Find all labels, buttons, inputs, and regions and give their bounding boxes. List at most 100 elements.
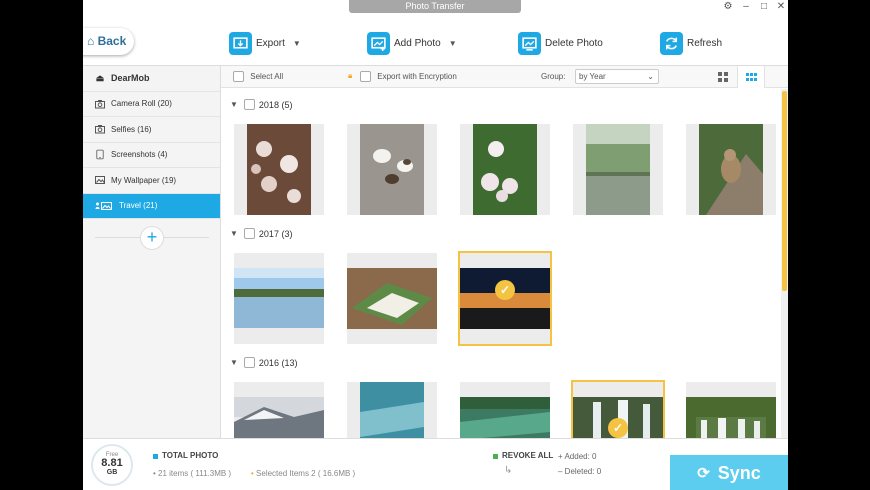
sidebar-item-label: My Wallpaper (19) <box>111 175 177 185</box>
sidebar-item-label: Camera Roll (20) <box>111 99 172 109</box>
collapse-triangle-icon[interactable]: ▼ <box>230 100 238 109</box>
section-label: 2018 (5) <box>258 99 293 110</box>
chevron-down-icon[interactable]: ▼ <box>449 39 457 48</box>
sidebar-item-selfies[interactable]: Selfies (16) <box>83 117 220 143</box>
sidebar-item-travel[interactable]: Travel (21) <box>83 193 220 219</box>
camera-icon <box>95 99 105 109</box>
collapse-triangle-icon[interactable]: ▼ <box>230 229 238 238</box>
photo-image <box>360 124 424 215</box>
revoke-arrow-icon: ↳ <box>504 465 513 476</box>
revoke-all-button[interactable]: REVOKE ALL <box>502 451 553 460</box>
sync-button[interactable]: ⟳ Sync <box>670 455 788 490</box>
sidebar-device[interactable]: ⏏ DearMob <box>83 66 220 92</box>
main-panel: Select All 🔒︎ Export with Encryption Gro… <box>221 66 788 438</box>
selected-check-icon: ✓ <box>608 418 628 438</box>
photo-thumbnail[interactable] <box>234 382 324 438</box>
section-checkbox[interactable] <box>243 357 255 368</box>
sidebar-item-my-wallpaper[interactable]: My Wallpaper (19) <box>83 168 220 194</box>
small-grid-view-icon[interactable] <box>737 66 765 88</box>
photo-thumbnail[interactable] <box>347 382 437 438</box>
group-select[interactable]: by Year ⌄ <box>575 69 659 84</box>
section-checkbox[interactable] <box>243 99 255 110</box>
export-label: Export <box>256 37 285 49</box>
back-label: Back <box>97 34 127 48</box>
photo-thumbnail[interactable] <box>686 382 776 438</box>
photo-thumbnail[interactable] <box>460 124 550 215</box>
app-window: Photo Transfer ⚙ – □ ✕ ⌂ Back Export ▼ A… <box>83 0 788 490</box>
toolbar: ⌂ Back Export ▼ Add Photo ▼ Delete Photo… <box>83 14 788 66</box>
group-select-value: by Year <box>579 72 606 81</box>
select-all-checkbox[interactable] <box>233 71 244 82</box>
phone-icon <box>95 149 105 160</box>
export-encryption[interactable]: Export with Encryption <box>360 71 457 82</box>
photo-image <box>234 397 324 438</box>
scrollbar-thumb[interactable] <box>782 91 787 291</box>
sync-label: Sync <box>717 462 761 483</box>
section-checkbox[interactable] <box>243 228 255 239</box>
settings-icon[interactable]: ⚙ <box>720 0 736 13</box>
photo-thumbnail[interactable] <box>234 124 324 215</box>
window-title: Photo Transfer <box>349 0 521 13</box>
photo-thumbnail[interactable] <box>234 253 324 344</box>
add-photo-button[interactable]: Add Photo ▼ <box>367 30 457 56</box>
section-header[interactable]: ▼ 2017 (3) <box>230 228 292 239</box>
photo-thumbnail-selected[interactable]: ✓ <box>571 380 665 438</box>
collapse-triangle-icon[interactable]: ▼ <box>230 358 238 367</box>
deleted-count: – Deleted: 0 <box>558 467 602 476</box>
storage-free-unit: GB <box>106 469 118 476</box>
items-info-text: 21 items ( 111.3MB ) <box>158 469 232 478</box>
export-icon <box>229 31 252 55</box>
photo-thumbnail[interactable] <box>686 124 776 215</box>
section-header[interactable]: ▼ 2018 (5) <box>230 99 292 110</box>
storage-free-value: 8.81 <box>101 457 123 469</box>
deleted-count-text: Deleted: 0 <box>564 467 602 476</box>
group-label: Group: <box>541 72 566 81</box>
minimize-button[interactable]: – <box>738 0 754 13</box>
photo-image <box>360 382 424 438</box>
photo-thumbnail[interactable] <box>573 124 663 215</box>
section-header[interactable]: ▼ 2016 (13) <box>230 357 297 368</box>
chevron-down-icon: ⌄ <box>647 72 654 81</box>
eject-icon[interactable]: ⏏ <box>95 73 105 83</box>
sub-toolbar: Select All 🔒︎ Export with Encryption Gro… <box>221 66 788 88</box>
revoke-marker <box>493 454 498 459</box>
sidebar-item-label: Screenshots (4) <box>111 150 168 160</box>
photo-image <box>247 124 311 215</box>
photo-thumbnail-selected[interactable]: ✓ <box>458 251 552 346</box>
add-photo-label: Add Photo <box>394 37 441 49</box>
sidebar-item-camera-roll[interactable]: Camera Roll (20) <box>83 92 220 117</box>
photo-thumbnail[interactable] <box>460 382 550 438</box>
section-label: 2016 (13) <box>258 357 298 368</box>
selected-info-text: Selected Items 2 ( 16.6MB ) <box>256 469 356 478</box>
total-photo-marker <box>153 454 158 459</box>
photo-image <box>473 124 537 215</box>
delete-photo-button[interactable]: Delete Photo <box>518 30 603 56</box>
export-encryption-label: Export with Encryption <box>377 71 457 81</box>
selected-info: • Selected Items 2 ( 16.6MB ) <box>251 469 356 478</box>
close-button[interactable]: ✕ <box>773 0 788 13</box>
select-all-label: Select All <box>250 71 284 81</box>
add-album-button[interactable]: + <box>140 226 164 250</box>
export-encryption-checkbox[interactable] <box>360 71 371 82</box>
add-photo-icon <box>367 31 390 55</box>
refresh-button[interactable]: Refresh <box>660 30 722 56</box>
select-all[interactable]: Select All <box>233 71 283 82</box>
user-image-icon <box>95 201 113 211</box>
maximize-button[interactable]: □ <box>756 0 772 13</box>
back-button[interactable]: ⌂ Back <box>83 28 134 55</box>
chevron-down-icon[interactable]: ▼ <box>293 39 301 48</box>
refresh-icon <box>660 31 683 55</box>
sidebar-item-screenshots[interactable]: Screenshots (4) <box>83 143 220 168</box>
photo-thumbnail[interactable] <box>347 253 437 344</box>
section-label: 2017 (3) <box>258 228 293 239</box>
home-icon: ⌂ <box>87 34 95 48</box>
delete-photo-label: Delete Photo <box>545 37 603 49</box>
sidebar-item-label: Selfies (16) <box>111 124 152 134</box>
storage-gauge: Free 8.81 GB <box>91 444 133 486</box>
scrollbar[interactable] <box>781 89 788 438</box>
large-grid-view-icon[interactable] <box>709 66 737 88</box>
photo-thumbnail[interactable] <box>347 124 437 215</box>
export-button[interactable]: Export ▼ <box>229 30 301 56</box>
sidebar: ⏏ DearMob Camera Roll (20) Selfies (16) … <box>83 66 221 438</box>
photo-image <box>234 268 324 328</box>
